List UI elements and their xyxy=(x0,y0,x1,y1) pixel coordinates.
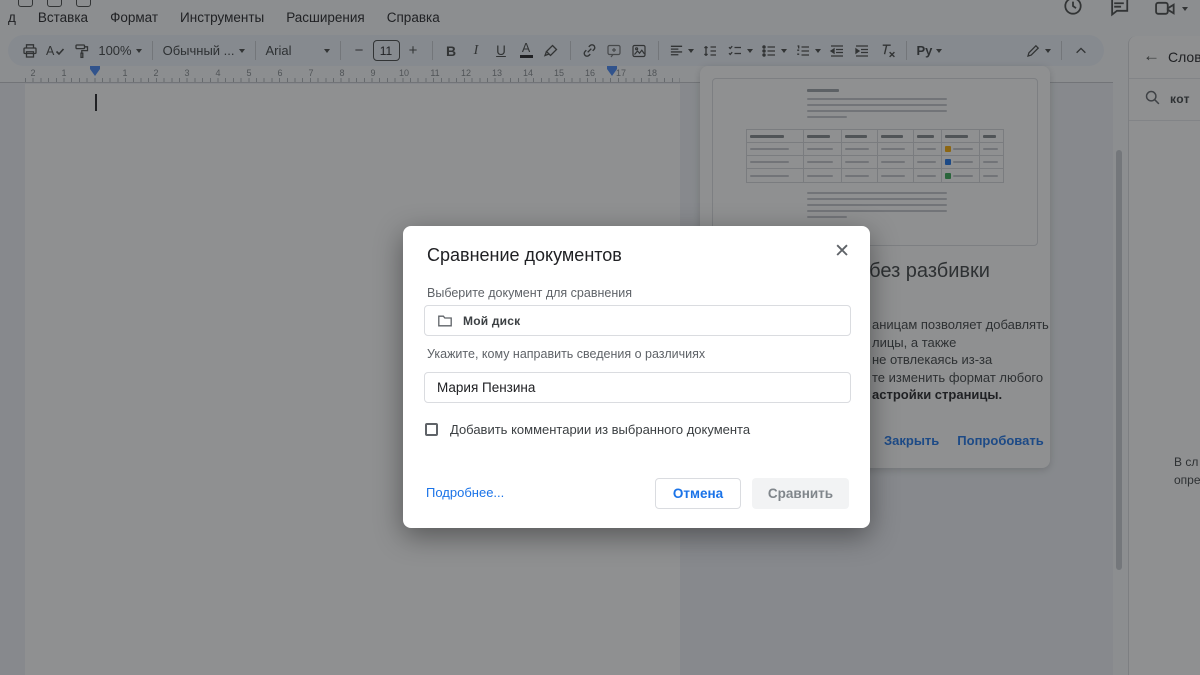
dialog-title: Сравнение документов xyxy=(427,245,622,265)
include-comments-label: Добавить комментарии из выбранного докум… xyxy=(450,422,751,437)
include-comments-row: Добавить комментарии из выбранного докум… xyxy=(425,422,750,437)
folder-icon xyxy=(438,315,452,326)
compare-button[interactable]: Сравнить xyxy=(752,478,849,509)
compare-documents-dialog: Сравнение документов ✕ Выберите документ… xyxy=(403,226,870,528)
recipient-input[interactable]: Мария Пензина xyxy=(424,372,851,403)
drive-picker-field[interactable]: Мой диск xyxy=(424,305,851,336)
cancel-button[interactable]: Отмена xyxy=(655,478,741,509)
select-document-label: Выберите документ для сравнения xyxy=(427,286,632,300)
google-docs-app: д Вставка Формат Инструменты Расширения … xyxy=(0,0,1200,675)
drive-picker-value: Мой диск xyxy=(463,313,521,328)
recipient-label: Укажите, кому направить сведения о разли… xyxy=(427,347,706,361)
include-comments-checkbox[interactable] xyxy=(425,423,438,436)
close-icon[interactable]: ✕ xyxy=(834,241,850,263)
recipient-value: Мария Пензина xyxy=(437,380,536,395)
learn-more-link[interactable]: Подробнее... xyxy=(426,485,504,500)
